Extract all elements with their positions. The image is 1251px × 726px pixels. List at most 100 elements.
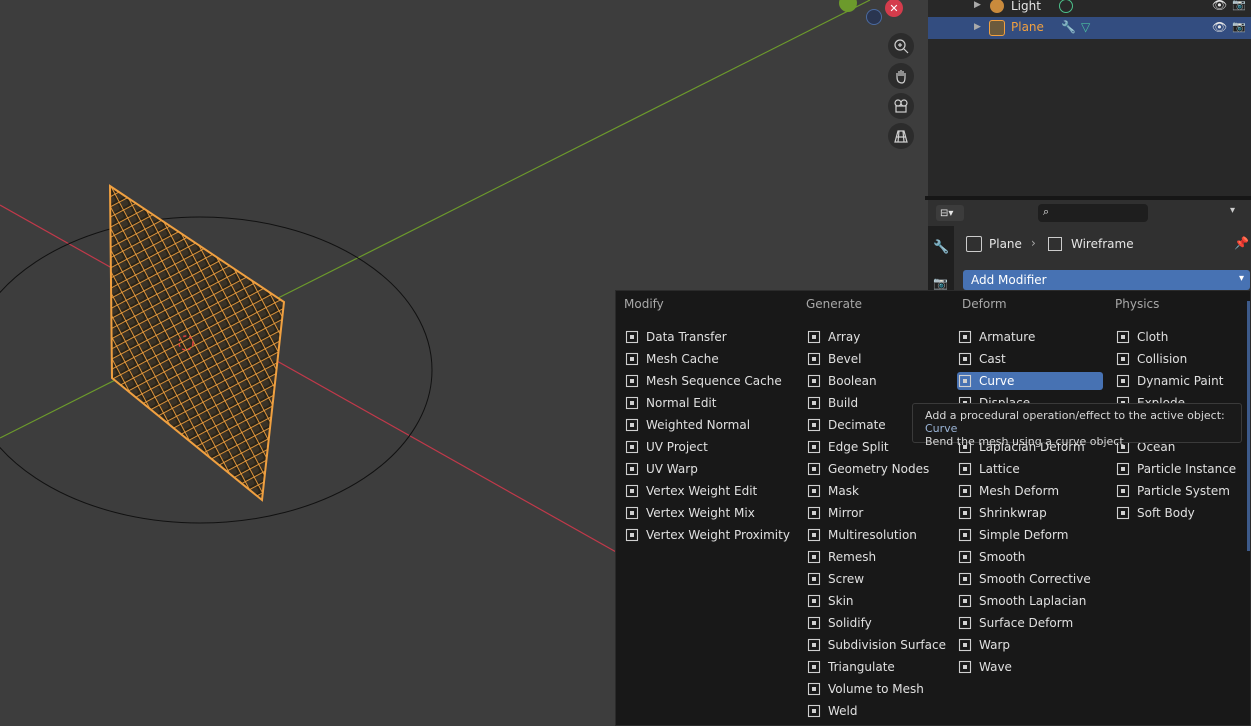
menu-item-bevel[interactable]: Bevel (806, 350, 946, 368)
menu-item-soft-body[interactable]: Soft Body (1115, 504, 1243, 522)
render-camera-icon[interactable]: 📷 (1232, 0, 1246, 11)
menu-item-solidify[interactable]: Solidify (806, 614, 946, 632)
menu-item-wave[interactable]: Wave (957, 658, 1103, 676)
properties-search-input[interactable]: ⌕ (1038, 204, 1148, 222)
menu-item-vertex-weight-mix[interactable]: Vertex Weight Mix (624, 504, 799, 522)
column-heading-modify: Modify (624, 297, 664, 311)
menu-item-vertex-weight-edit[interactable]: Vertex Weight Edit (624, 482, 799, 500)
geometry-nodes-icon (806, 461, 822, 477)
gizmo-z-dot[interactable] (866, 9, 882, 25)
outliner-panel[interactable]: ▶ Light 👁 📷 ▶ Plane 🔧 ▽ 👁 📷 (928, 0, 1251, 196)
menu-item-array[interactable]: Array (806, 328, 946, 346)
menu-item-mesh-sequence-cache[interactable]: Mesh Sequence Cache (624, 372, 799, 390)
menu-item-cast[interactable]: Cast (957, 350, 1103, 368)
expand-arrow-icon[interactable]: ▶ (974, 0, 981, 10)
menu-item-label: Triangulate (828, 660, 895, 674)
menu-item-screw[interactable]: Screw (806, 570, 946, 588)
add-modifier-button[interactable]: Add Modifier ▾ (963, 270, 1250, 290)
menu-item-remesh[interactable]: Remesh (806, 548, 946, 566)
cast-icon (957, 351, 973, 367)
menu-item-vertex-weight-proximity[interactable]: Vertex Weight Proximity (624, 526, 799, 544)
search-icon: ⌕ (1043, 205, 1050, 218)
visibility-eye-icon[interactable]: 👁 (1212, 0, 1227, 12)
outliner-row-plane[interactable]: ▶ Plane 🔧 ▽ 👁 📷 (928, 17, 1251, 39)
menu-item-label: Collision (1137, 352, 1188, 366)
menu-item-label: Warp (979, 638, 1011, 652)
menu-item-armature[interactable]: Armature (957, 328, 1103, 346)
armature-icon (957, 329, 973, 345)
menu-item-normal-edit[interactable]: Normal Edit (624, 394, 799, 412)
pan-hand-icon[interactable] (888, 63, 914, 89)
menu-scrollbar[interactable] (1247, 301, 1250, 551)
menu-item-dynamic-paint[interactable]: Dynamic Paint (1115, 372, 1243, 390)
menu-item-cloth[interactable]: Cloth (1115, 328, 1243, 346)
smooth-corrective-icon (957, 571, 973, 587)
pin-icon[interactable]: 📌 (1234, 236, 1249, 250)
menu-item-volume-to-mesh[interactable]: Volume to Mesh (806, 680, 946, 698)
zoom-icon[interactable] (888, 33, 914, 59)
chevron-down-icon: ▾ (1238, 273, 1244, 284)
menu-item-smooth[interactable]: Smooth (957, 548, 1103, 566)
menu-item-label: Mirror (828, 506, 864, 520)
render-camera-icon[interactable]: 📷 (1232, 20, 1246, 33)
menu-item-mask[interactable]: Mask (806, 482, 946, 500)
column-heading-deform: Deform (962, 297, 1007, 311)
normal-edit-icon (624, 395, 640, 411)
menu-item-curve[interactable]: Curve (957, 372, 1103, 390)
plane-wireframe-object (108, 184, 286, 502)
menu-item-shrinkwrap[interactable]: Shrinkwrap (957, 504, 1103, 522)
menu-item-data-transfer[interactable]: Data Transfer (624, 328, 799, 346)
tooltip-detail: Bend the mesh using a curve object (925, 435, 1124, 448)
menu-item-label: Mesh Sequence Cache (646, 374, 782, 388)
menu-item-boolean[interactable]: Boolean (806, 372, 946, 390)
menu-item-label: Geometry Nodes (828, 462, 930, 476)
menu-item-lattice[interactable]: Lattice (957, 460, 1103, 478)
tool-tab-icon[interactable]: 🔧 (933, 240, 949, 255)
menu-item-smooth-laplacian[interactable]: Smooth Laplacian (957, 592, 1103, 610)
menu-item-label: Weighted Normal (646, 418, 751, 432)
menu-item-geometry-nodes[interactable]: Geometry Nodes (806, 460, 946, 478)
surface-deform-icon (957, 615, 973, 631)
mesh-deform-icon (957, 483, 973, 499)
expand-arrow-icon[interactable]: ▶ (974, 22, 981, 32)
menu-item-surface-deform[interactable]: Surface Deform (957, 614, 1103, 632)
menu-item-mirror[interactable]: Mirror (806, 504, 946, 522)
menu-item-smooth-corrective[interactable]: Smooth Corrective (957, 570, 1103, 588)
menu-item-collision[interactable]: Collision (1115, 350, 1243, 368)
menu-item-weld[interactable]: Weld (806, 702, 946, 720)
build-icon (806, 395, 822, 411)
camera-view-icon[interactable] (888, 93, 914, 119)
menu-item-triangulate[interactable]: Triangulate (806, 658, 946, 676)
editor-type-selector[interactable]: ⊟▾ (936, 205, 964, 221)
menu-item-label: Remesh (828, 550, 877, 564)
render-tab-icon[interactable]: 📷 (933, 276, 948, 290)
menu-item-label: Skin (828, 594, 854, 608)
menu-item-label: Weld (828, 704, 858, 718)
menu-item-uv-project[interactable]: UV Project (624, 438, 799, 456)
menu-item-mesh-cache[interactable]: Mesh Cache (624, 350, 799, 368)
decimate-icon (806, 417, 822, 433)
outliner-row-light[interactable]: ▶ Light 👁 📷 (928, 0, 1251, 18)
menu-item-particle-instance[interactable]: Particle Instance (1115, 460, 1243, 478)
mesh-cache-icon (624, 351, 640, 367)
orthographic-grid-icon[interactable] (888, 123, 914, 149)
tooltip: Add a procedural operation/effect to the… (912, 403, 1242, 448)
menu-item-mesh-deform[interactable]: Mesh Deform (957, 482, 1103, 500)
particle-instance-icon (1115, 461, 1131, 477)
menu-item-label: Particle System (1137, 484, 1230, 498)
properties-header: ⊟▾ ⌕ ▾ (928, 200, 1251, 226)
menu-item-simple-deform[interactable]: Simple Deform (957, 526, 1103, 544)
wireframe-modifier-icon (1048, 237, 1062, 251)
menu-item-multiresolution[interactable]: Multiresolution (806, 526, 946, 544)
menu-item-warp[interactable]: Warp (957, 636, 1103, 654)
particle-system-icon (1115, 483, 1131, 499)
menu-item-uv-warp[interactable]: UV Warp (624, 460, 799, 478)
menu-item-particle-system[interactable]: Particle System (1115, 482, 1243, 500)
visibility-eye-icon[interactable]: 👁 (1212, 20, 1227, 34)
chevron-down-icon[interactable]: ▾ (1230, 205, 1235, 216)
menu-item-subdivision-surface[interactable]: Subdivision Surface (806, 636, 946, 654)
menu-item-weighted-normal[interactable]: Weighted Normal (624, 416, 799, 434)
menu-item-skin[interactable]: Skin (806, 592, 946, 610)
breadcrumb-object: Plane (989, 237, 1022, 251)
solidify-icon (806, 615, 822, 631)
